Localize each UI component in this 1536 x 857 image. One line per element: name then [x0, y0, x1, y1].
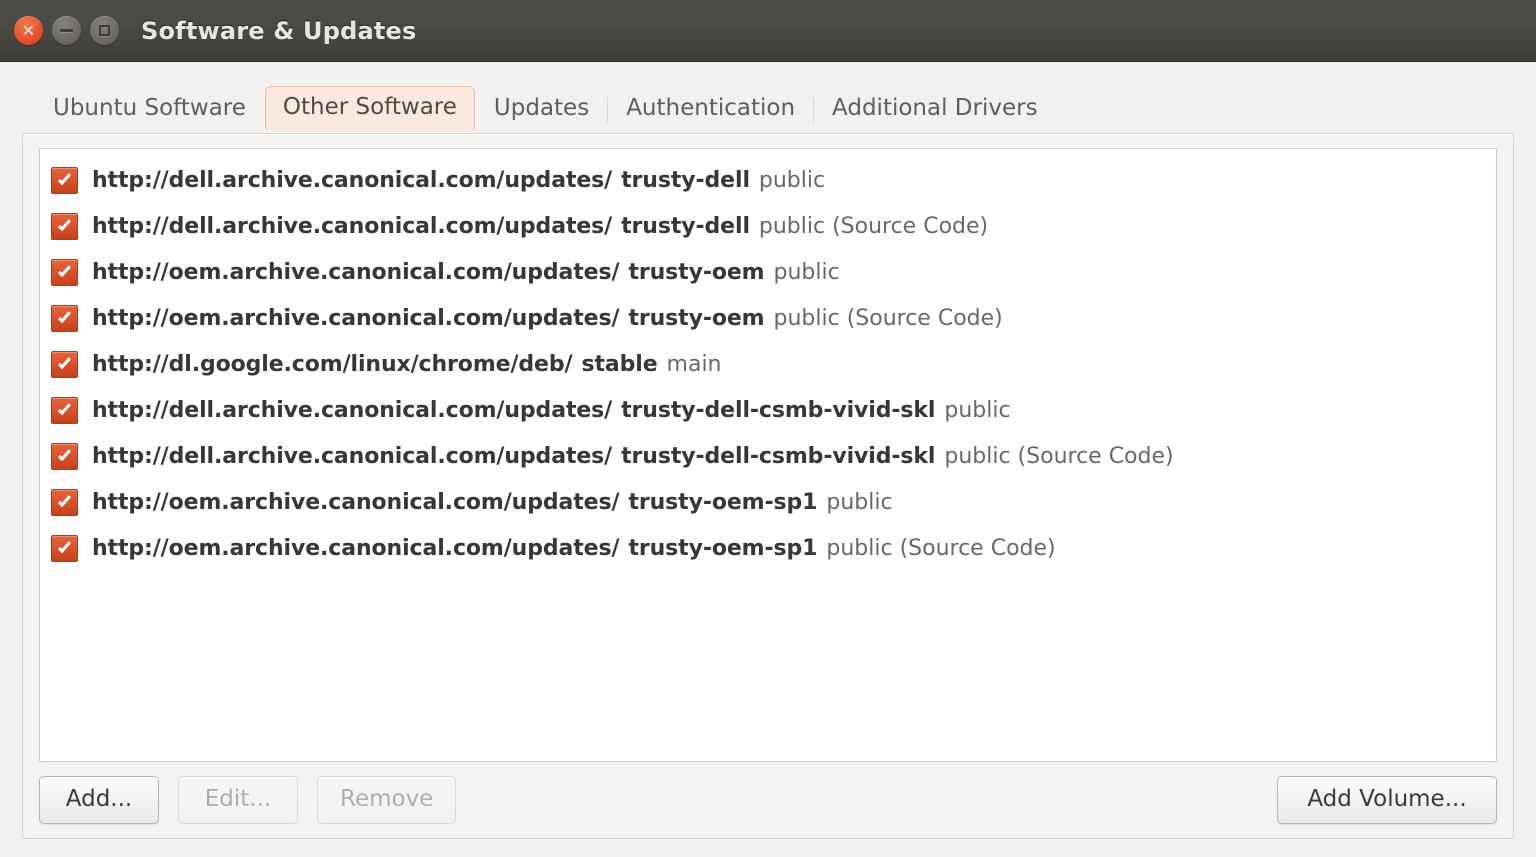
- repository-uri: http://oem.archive.canonical.com/updates…: [92, 259, 620, 285]
- repository-components: public (Source Code): [944, 443, 1174, 469]
- repository-checkbox[interactable]: [51, 350, 78, 378]
- titlebar: ✕ Software & Updates: [0, 0, 1536, 62]
- maximize-glyph: [90, 16, 119, 45]
- remove-button[interactable]: Remove: [317, 775, 457, 824]
- add-volume-button[interactable]: Add Volume...: [1277, 775, 1497, 824]
- minimize-icon[interactable]: [52, 16, 81, 45]
- repository-distribution: trusty-dell-csmb-vivid-skl: [621, 397, 936, 423]
- repository-uri: http://dell.archive.canonical.com/update…: [92, 167, 613, 193]
- dialog-body: Ubuntu Software Other Software Updates Auth…: [0, 62, 1536, 857]
- repository-row[interactable]: http://dl.google.com/linux/chrome/deb/st…: [40, 341, 1496, 387]
- repository-components: public: [944, 397, 1011, 423]
- edit-button[interactable]: Edit...: [178, 775, 298, 824]
- repository-row[interactable]: http://dell.archive.canonical.com/update…: [40, 387, 1496, 433]
- minimize-glyph: [52, 16, 81, 45]
- repository-uri: http://oem.archive.canonical.com/updates…: [92, 305, 620, 331]
- repository-checkbox[interactable]: [51, 396, 78, 424]
- repository-list[interactable]: http://dell.archive.canonical.com/update…: [39, 148, 1497, 762]
- repository-checkbox[interactable]: [51, 258, 78, 286]
- repository-distribution: trusty-oem: [628, 305, 765, 331]
- repository-components: main: [666, 351, 722, 377]
- maximize-icon[interactable]: [90, 16, 119, 45]
- add-button[interactable]: Add...: [39, 775, 159, 824]
- tab-label: Ubuntu Software: [53, 95, 246, 122]
- repository-components: public: [826, 489, 893, 515]
- software-updates-window: ✕ Software & Updates Ubuntu Software Othe…: [0, 0, 1536, 857]
- button-bar: Add... Edit... Remove Add Volume...: [39, 775, 1497, 824]
- tab-label: Updates: [493, 95, 590, 122]
- tab-updates[interactable]: Updates: [476, 86, 607, 134]
- tab-label: Additional Drivers: [832, 95, 1038, 122]
- repository-distribution: trusty-dell: [621, 167, 750, 193]
- repository-uri: http://dell.archive.canonical.com/update…: [92, 443, 613, 469]
- tab-additional-drivers[interactable]: Additional Drivers: [813, 86, 1056, 134]
- tab-other-software[interactable]: Other Software: [264, 86, 475, 132]
- repository-uri: http://oem.archive.canonical.com/updates…: [92, 535, 620, 561]
- notebook: Ubuntu Software Other Software Updates Auth…: [22, 82, 1514, 839]
- tab-ubuntu-software[interactable]: Ubuntu Software: [35, 86, 264, 134]
- repository-components: public (Source Code): [826, 535, 1056, 561]
- close-glyph: ✕: [21, 20, 36, 40]
- tab-panel-other-software: http://dell.archive.canonical.com/update…: [22, 133, 1514, 839]
- repository-row[interactable]: http://oem.archive.canonical.com/updates…: [40, 525, 1496, 571]
- window-controls: ✕: [14, 16, 119, 45]
- repository-row[interactable]: http://oem.archive.canonical.com/updates…: [40, 479, 1496, 525]
- tab-bar: Ubuntu Software Other Software Updates Auth…: [22, 82, 1514, 134]
- repository-components: public: [758, 167, 826, 193]
- repository-checkbox[interactable]: [51, 166, 78, 194]
- repository-distribution: trusty-oem-sp1: [628, 489, 818, 515]
- repository-uri: http://dell.archive.canonical.com/update…: [92, 397, 613, 423]
- repository-distribution: trusty-oem-sp1: [628, 535, 818, 561]
- repository-row[interactable]: http://dell.archive.canonical.com/update…: [40, 433, 1496, 479]
- repository-components: public (Source Code): [773, 305, 1003, 331]
- repository-distribution: stable: [581, 351, 658, 377]
- tab-label: Authentication: [626, 95, 796, 122]
- repository-distribution: trusty-dell-csmb-vivid-skl: [621, 443, 936, 469]
- repository-checkbox[interactable]: [51, 304, 78, 332]
- tab-label: Other Software: [282, 94, 457, 121]
- repository-distribution: trusty-dell: [621, 213, 750, 239]
- repository-row[interactable]: http://oem.archive.canonical.com/updates…: [40, 295, 1496, 341]
- repository-checkbox[interactable]: [51, 488, 78, 516]
- repository-distribution: trusty-oem: [628, 259, 765, 285]
- window-title: Software & Updates: [141, 16, 417, 45]
- repository-row[interactable]: http://dell.archive.canonical.com/update…: [40, 157, 1496, 203]
- repository-checkbox[interactable]: [51, 212, 78, 240]
- repository-checkbox[interactable]: [51, 534, 78, 562]
- repository-checkbox[interactable]: [51, 442, 78, 470]
- repository-uri: http://dell.archive.canonical.com/update…: [92, 213, 613, 239]
- repository-row[interactable]: http://oem.archive.canonical.com/updates…: [40, 249, 1496, 295]
- repository-uri: http://dl.google.com/linux/chrome/deb/: [92, 351, 573, 377]
- close-icon[interactable]: ✕: [14, 16, 43, 45]
- repository-components: public: [773, 259, 840, 285]
- repository-uri: http://oem.archive.canonical.com/updates…: [92, 489, 620, 515]
- repository-components: public (Source Code): [758, 213, 989, 239]
- tab-authentication[interactable]: Authentication: [607, 86, 813, 134]
- repository-row[interactable]: http://dell.archive.canonical.com/update…: [40, 203, 1496, 249]
